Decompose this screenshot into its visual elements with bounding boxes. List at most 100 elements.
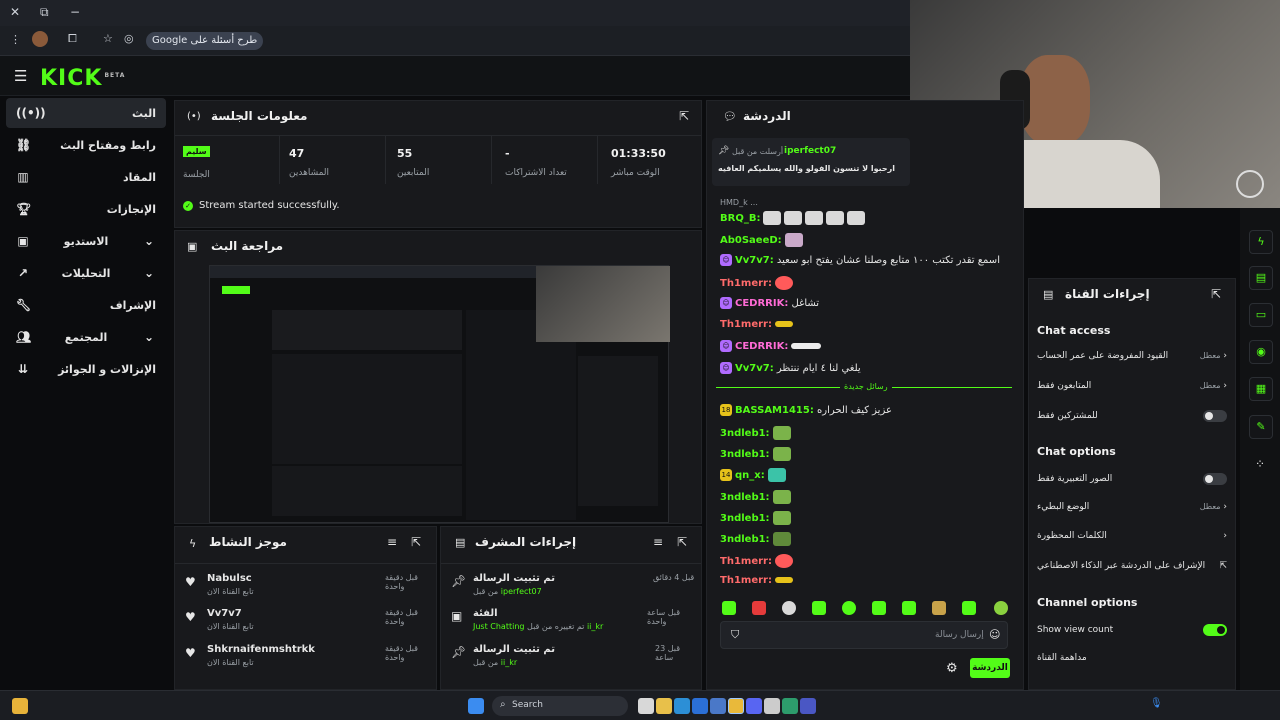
chat-username[interactable]: 3ndleb1: — [720, 513, 770, 524]
emotes-only-toggle[interactable] — [1203, 473, 1227, 485]
menu-dots-icon[interactable]: ⋮ — [10, 33, 21, 46]
emote-button[interactable] — [842, 601, 856, 615]
sidebar-item-achievements[interactable]: 🏆︎ الإنجازات — [6, 194, 166, 224]
sidebar-item-studio[interactable]: ▣ الاستديو ⌄ — [6, 226, 166, 256]
emote-button[interactable] — [782, 601, 796, 615]
setting-account-age[interactable]: القيود المفروضة على عمر الحساب معطل › — [1037, 351, 1227, 361]
sidebar-item-analytics[interactable]: ↗ التحليلات ⌄ — [6, 258, 166, 288]
broadcast-icon[interactable]: ◉ — [1249, 340, 1273, 364]
obs-icon[interactable] — [764, 698, 780, 714]
setting-slow-mode[interactable]: الوضع البطيء معطل › — [1037, 502, 1227, 512]
star-icon[interactable]: ☆ — [103, 32, 113, 45]
setting-label: القيود المفروضة على عمر الحساب — [1037, 351, 1169, 361]
emote-button[interactable] — [872, 601, 886, 615]
sidebar-item-drops[interactable]: ⇊ الإنزالات و الجوائز — [6, 354, 166, 384]
chat-username[interactable]: Vv7v7: — [735, 363, 774, 374]
gear-icon[interactable]: ⚙ — [946, 661, 958, 676]
more-apps-icon[interactable]: ⁘ — [1255, 457, 1265, 471]
shield-icon[interactable]: ⛉ — [731, 628, 739, 642]
show-view-count-toggle[interactable] — [1203, 624, 1227, 636]
pinned-message[interactable]: 📌︎ أرسلت من قبل iperfect07 ارحبوا لا تنس… — [712, 138, 910, 186]
chat-username[interactable]: BASSAM1415: — [735, 405, 814, 416]
kick-logo[interactable]: KICK BETA — [40, 66, 125, 91]
popout-icon[interactable]: ⇱ — [679, 109, 689, 123]
emote-button[interactable] — [994, 601, 1008, 615]
chat-username[interactable]: qn_x: — [735, 470, 765, 481]
chrome-icon[interactable] — [728, 698, 744, 714]
weather-icon[interactable] — [12, 698, 28, 714]
emoji-icon[interactable]: ☺ — [989, 628, 1000, 641]
eye-off-icon[interactable]: ◎ — [124, 32, 134, 45]
restore-icon[interactable]: ⧉ — [40, 5, 49, 20]
profile-avatar[interactable] — [32, 31, 48, 47]
extensions-icon[interactable]: ⧠ — [68, 32, 77, 46]
layout-icon[interactable]: ▦ — [1249, 377, 1273, 401]
app-icon[interactable] — [782, 698, 798, 714]
chat-username[interactable]: CEDRRIK: — [735, 341, 788, 352]
emote-button[interactable] — [812, 601, 826, 615]
sidebar-item-community[interactable]: 👥︎ المجتمع ⌄ — [6, 322, 166, 352]
chat-username[interactable]: 3ndleb1: — [720, 492, 770, 503]
popout-icon[interactable]: ⇱ — [411, 535, 421, 549]
emote-button[interactable] — [722, 601, 736, 615]
discord-icon[interactable] — [746, 698, 762, 714]
chat-username[interactable]: Vv7v7: — [735, 255, 774, 266]
setting-channel-raid[interactable]: مداهمة القناة — [1037, 653, 1227, 663]
windows-start-icon[interactable] — [468, 698, 484, 714]
sidebar-item-stream-key[interactable]: ⛓ رابط ومفتاح البث — [6, 130, 166, 160]
chat-username[interactable]: 3ndleb1: — [720, 428, 770, 439]
mail-icon[interactable] — [710, 698, 726, 714]
microphone-icon[interactable]: 🎙︎ — [1150, 698, 1163, 709]
chat-username[interactable]: Th1merr: — [720, 278, 772, 289]
chat-send-button[interactable]: الدردشة — [970, 658, 1010, 678]
activity-user[interactable]: Shkrnaifenmshtrkk — [207, 644, 315, 655]
emote-button[interactable] — [932, 601, 946, 615]
mod-action-user[interactable]: iperfect07 — [501, 587, 542, 596]
wrench-icon: 🔧︎ — [16, 298, 32, 312]
sidebar-item-dashboard[interactable]: ▥ المقاد — [6, 162, 166, 192]
chat-username[interactable]: Ab0SaeeD: — [720, 235, 782, 246]
activity-user[interactable]: Vv7v7 — [207, 608, 242, 619]
setting-banned-words[interactable]: الكلمات المحظورة › — [1037, 531, 1227, 541]
activity-user[interactable]: Nabulsc — [207, 573, 252, 584]
emote-button[interactable] — [902, 601, 916, 615]
chat-username[interactable]: 3ndleb1: — [720, 449, 770, 460]
filter-icon[interactable]: ≡ — [653, 535, 663, 549]
setting-followers-only[interactable]: المتابعون فقط معطل › — [1037, 381, 1227, 391]
document-icon[interactable]: ▤ — [1249, 266, 1273, 290]
popout-icon[interactable]: ⇱ — [677, 535, 687, 549]
emote-button[interactable] — [752, 601, 766, 615]
popout-icon[interactable]: ⇱ — [1211, 287, 1221, 301]
mod-action-user[interactable]: ii_kr — [587, 622, 603, 631]
minimize-icon[interactable]: − — [70, 5, 80, 19]
hamburger-menu-icon[interactable]: ☰ — [14, 67, 27, 85]
chat-username[interactable]: BRQ_B: — [720, 213, 760, 224]
chat-bubble-icon[interactable]: ▭ — [1249, 303, 1273, 327]
setting-ai-moderation[interactable]: الإشراف على الدردشة عبر الذكاء الاصطناعي… — [1037, 561, 1227, 571]
lightning-icon[interactable]: ϟ — [1249, 230, 1273, 254]
subscribers-only-toggle[interactable] — [1203, 410, 1227, 422]
preview-video[interactable] — [209, 265, 670, 523]
app-icon[interactable] — [800, 698, 816, 714]
chat-username[interactable]: Th1merr: — [720, 319, 772, 330]
sidebar-item-moderation[interactable]: 🔧︎ الإشراف — [6, 290, 166, 320]
filter-icon[interactable]: ≡ — [387, 535, 397, 549]
mod-action-user[interactable]: ii_kr — [501, 658, 517, 667]
edge-icon[interactable] — [674, 698, 690, 714]
followers-label: المتابعين — [397, 168, 430, 178]
google-ask-pill[interactable]: Google طرح أسئلة على — [146, 32, 264, 50]
taskbar-search[interactable]: ⌕ Search — [492, 696, 628, 716]
chat-username[interactable]: Th1merr: — [720, 556, 772, 567]
task-view-icon[interactable] — [638, 698, 654, 714]
outlook-icon[interactable] — [692, 698, 708, 714]
close-icon[interactable]: ✕ — [10, 5, 20, 19]
wrench-icon[interactable]: ✎ — [1249, 415, 1273, 439]
sidebar-item-stream[interactable]: ((•)) البث — [6, 98, 166, 128]
chat-username[interactable]: 3ndleb1: — [720, 534, 770, 545]
chat-username[interactable]: Th1merr: — [720, 575, 772, 586]
emote-button[interactable] — [962, 601, 976, 615]
chat-input-box[interactable]: ⛉ إرسال رسالة ☺ — [720, 621, 1008, 649]
file-explorer-icon[interactable] — [656, 698, 672, 714]
pinned-user[interactable]: iperfect07 — [784, 146, 836, 156]
chat-username[interactable]: CEDRRIK: — [735, 298, 788, 309]
